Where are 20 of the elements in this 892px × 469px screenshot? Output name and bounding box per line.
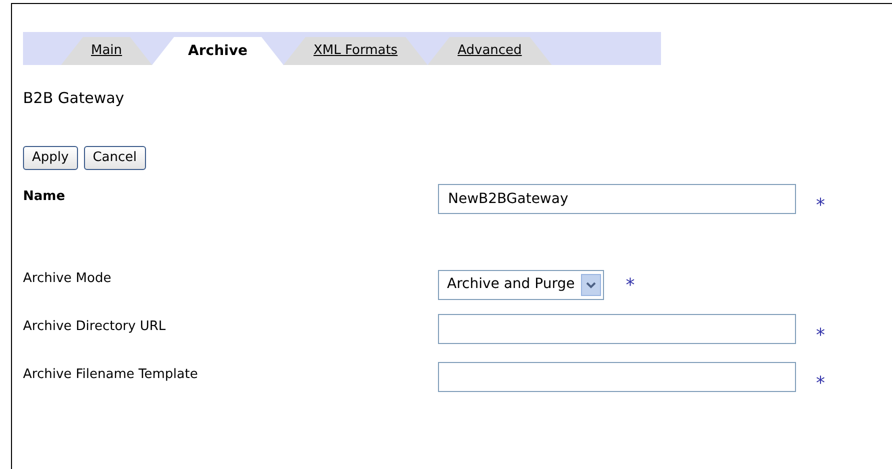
required-mark: * — [816, 324, 825, 348]
tab[interactable]: Archive — [152, 37, 284, 65]
cancel-button[interactable]: Cancel — [84, 146, 146, 170]
apply-button[interactable]: Apply — [23, 146, 78, 170]
text-field[interactable]: NewB2BGateway — [438, 184, 796, 214]
page-title: B2B Gateway — [23, 88, 126, 109]
tab[interactable]: Main — [61, 37, 152, 65]
required-mark: * — [816, 194, 825, 218]
field-label: Name — [23, 188, 66, 206]
required-mark: * — [626, 274, 635, 298]
chevron-down-icon — [580, 274, 601, 296]
required-mark: * — [816, 372, 825, 396]
field-label: Archive Directory URL — [23, 318, 167, 336]
field-label: Archive Filename Template — [23, 366, 199, 384]
tab[interactable]: XML Formats — [283, 37, 428, 65]
archive-mode-select[interactable]: Archive and Purge — [438, 270, 604, 300]
text-field[interactable] — [438, 314, 796, 344]
tab[interactable]: Advanced — [428, 37, 552, 65]
field-label: Archive Mode — [23, 270, 112, 288]
text-field[interactable] — [438, 362, 796, 392]
